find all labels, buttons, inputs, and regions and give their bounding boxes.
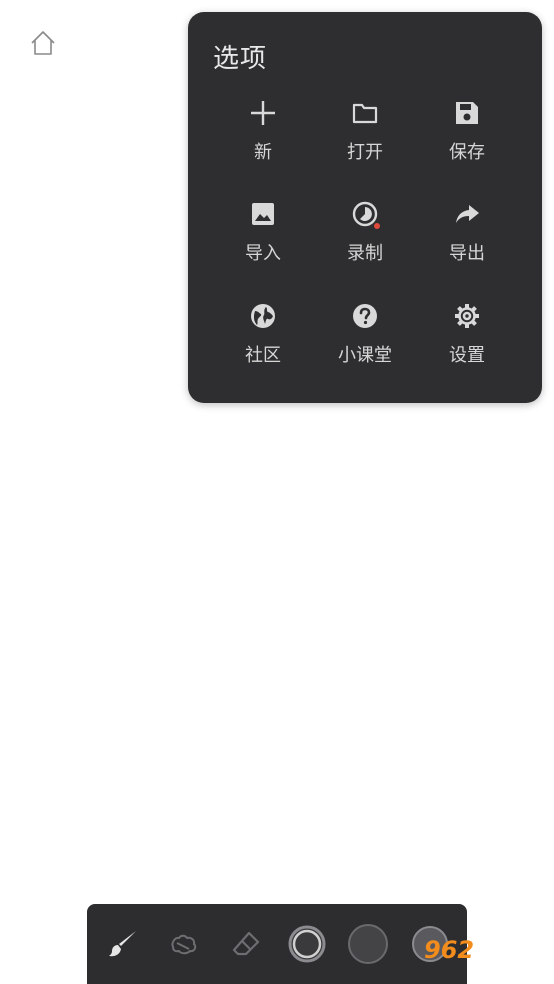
watermark-number: 962 [424, 936, 475, 964]
globe-icon [246, 299, 280, 333]
plus-icon [246, 96, 280, 130]
gear-icon [450, 299, 484, 333]
menu-item-label: 新 [254, 142, 272, 163]
watermark-site: 乐游网 [494, 960, 534, 975]
help-icon [348, 299, 382, 333]
menu-item-import[interactable]: 导入 [212, 197, 314, 277]
brush-size-button[interactable] [285, 922, 329, 966]
eraser-icon [232, 931, 260, 956]
home-button[interactable] [26, 26, 60, 60]
eraser-tool[interactable] [224, 922, 268, 966]
watermark-domain: .NET [492, 938, 534, 957]
menu-title: 选项 [213, 44, 268, 74]
menu-item-label: 导入 [245, 243, 281, 264]
smudge-icon [171, 934, 197, 955]
menu-item-label: 打开 [347, 142, 383, 163]
brush-icon [109, 931, 136, 957]
menu-item-record[interactable]: 录制 [314, 197, 416, 277]
site-watermark: 962 .NET 乐游网 [414, 932, 552, 982]
menu-item-label: 设置 [449, 345, 485, 366]
menu-item-label: 录制 [347, 243, 383, 264]
share-icon [450, 197, 484, 231]
menu-item-save[interactable]: 保存 [416, 96, 518, 176]
color-swatch-icon [348, 924, 388, 964]
brush-tool[interactable] [101, 922, 145, 966]
menu-item-label: 保存 [449, 142, 485, 163]
bottom-toolbar [87, 904, 467, 984]
save-icon [450, 96, 484, 130]
record-indicator [374, 223, 380, 229]
smudge-tool[interactable] [162, 922, 206, 966]
menu-item-open[interactable]: 打开 [314, 96, 416, 176]
image-icon [246, 197, 280, 231]
menu-item-new[interactable]: 新 [212, 96, 314, 176]
color-picker-button[interactable] [346, 922, 390, 966]
brush-size-icon [288, 925, 326, 963]
home-icon [31, 31, 55, 55]
menu-item-label: 导出 [449, 243, 485, 264]
menu-item-export[interactable]: 导出 [416, 197, 518, 277]
menu-item-community[interactable]: 社区 [212, 299, 314, 379]
timelapse-icon [348, 197, 382, 231]
menu-item-settings[interactable]: 设置 [416, 299, 518, 379]
options-menu: 选项 新 打开 保存 导入 录制 导出 社区 小课堂 设置 [188, 12, 542, 403]
folder-icon [348, 96, 382, 130]
menu-item-label: 小课堂 [338, 345, 392, 366]
menu-item-label: 社区 [245, 345, 281, 366]
menu-item-tutorials[interactable]: 小课堂 [314, 299, 416, 379]
